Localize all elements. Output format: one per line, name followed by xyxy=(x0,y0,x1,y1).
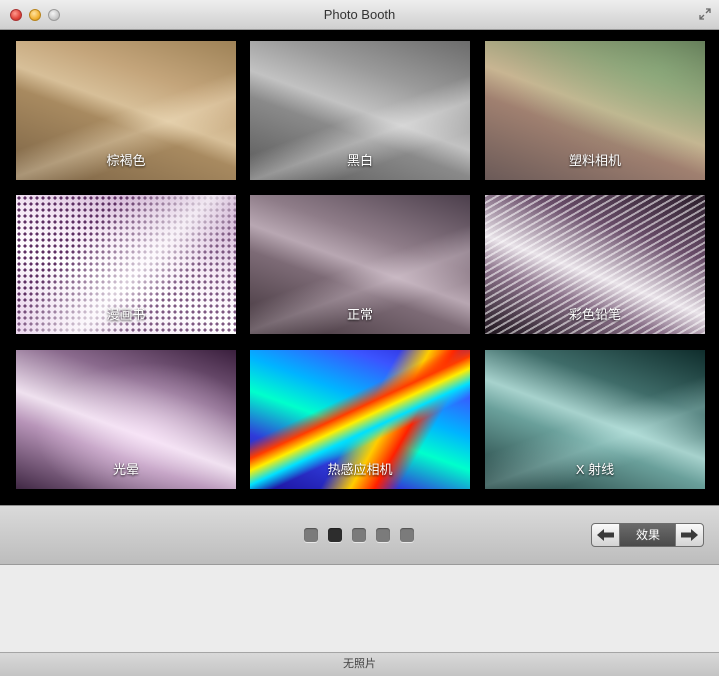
page-dot-3[interactable] xyxy=(352,528,366,542)
photo-booth-window: Photo Booth 棕褐色 黑白 塑料相机 漫画书 正常 彩色铅笔 光晕 热… xyxy=(0,0,719,676)
page-dot-4[interactable] xyxy=(376,528,390,542)
effect-tile-normal[interactable]: 正常 xyxy=(250,195,470,334)
effect-label: 光晕 xyxy=(112,462,139,477)
arrow-right-icon xyxy=(681,529,698,541)
effect-tile-colored-pencil[interactable]: 彩色铅笔 xyxy=(485,195,705,334)
effect-label: 塑料相机 xyxy=(568,153,621,168)
effect-tile-black-white[interactable]: 黑白 xyxy=(250,41,470,180)
page-dot-1[interactable] xyxy=(304,528,318,542)
previous-effects-button[interactable] xyxy=(592,524,620,546)
effect-label: 漫画书 xyxy=(106,307,146,322)
effect-label: 棕褐色 xyxy=(106,153,146,168)
effect-tile-x-ray[interactable]: X 射线 xyxy=(485,350,705,489)
effect-tile-glow[interactable]: 光晕 xyxy=(16,350,236,489)
title-bar: Photo Booth xyxy=(0,0,719,30)
arrow-left-icon xyxy=(597,529,614,541)
effect-tile-comic-book[interactable]: 漫画书 xyxy=(16,195,236,334)
effect-label: 彩色铅笔 xyxy=(568,307,621,322)
effects-grid: 棕褐色 黑白 塑料相机 漫画书 正常 彩色铅笔 光晕 热感应相机 X 射线 xyxy=(0,30,719,505)
next-effects-button[interactable] xyxy=(675,524,703,546)
window-title: Photo Booth xyxy=(323,7,396,22)
status-bar: 无照片 xyxy=(0,652,719,676)
photo-strip[interactable] xyxy=(0,565,719,652)
effects-button[interactable]: 效果 xyxy=(620,524,676,546)
fullscreen-icon[interactable] xyxy=(699,8,711,20)
page-dot-2[interactable] xyxy=(328,528,342,542)
effect-tile-sepia[interactable]: 棕褐色 xyxy=(16,41,236,180)
effects-control: 效果 xyxy=(591,523,704,547)
page-dot-5[interactable] xyxy=(400,528,414,542)
effect-label: 正常 xyxy=(346,307,373,322)
toolbar: 效果 xyxy=(0,505,719,565)
effect-label: 热感应相机 xyxy=(327,462,393,477)
status-text: 无照片 xyxy=(343,658,376,670)
effect-tile-plastic-camera[interactable]: 塑料相机 xyxy=(485,41,705,180)
effect-label: X 射线 xyxy=(575,462,615,477)
effect-label: 黑白 xyxy=(346,153,373,168)
effect-tile-thermal-camera[interactable]: 热感应相机 xyxy=(250,350,470,489)
